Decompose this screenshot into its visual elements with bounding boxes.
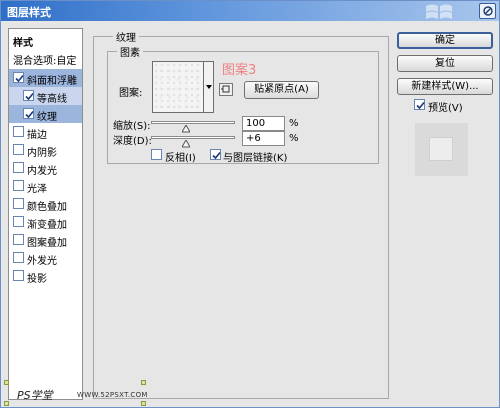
site-url: WWW.52PSXT.COM: [77, 391, 148, 399]
style-list-header[interactable]: 样式: [9, 31, 82, 49]
scale-label: 缩放(S):: [113, 121, 151, 132]
snap-to-origin-button[interactable]: 贴紧原点(A): [244, 81, 319, 99]
pattern-name-overlay: 图案3: [222, 63, 257, 78]
corner-marker: [4, 380, 9, 385]
texture-checkbox[interactable]: [23, 108, 34, 119]
color-overlay-item[interactable]: 颜色叠加: [9, 195, 82, 213]
dialog-title: 图层样式: [7, 6, 51, 19]
inner-shadow-checkbox[interactable]: [13, 144, 24, 155]
triangle-down-icon: [206, 85, 212, 89]
check-icon: [416, 101, 425, 110]
title-bar[interactable]: 图层样式: [1, 1, 499, 21]
check-icon: [25, 110, 34, 119]
preview-label: 预览(V): [428, 103, 463, 114]
layer-style-dialog: 图层样式 样式 混合选项:自定 斜面和浮雕 等高线 纹理 描边 内阴影 内发光 …: [0, 0, 500, 408]
satin-checkbox[interactable]: [13, 180, 24, 191]
outer-glow-item[interactable]: 外发光: [9, 249, 82, 267]
drop-shadow-checkbox[interactable]: [13, 270, 24, 281]
outer-glow-checkbox[interactable]: [13, 252, 24, 263]
style-preview-swatch: [415, 123, 468, 176]
satin-item[interactable]: 光泽: [9, 177, 82, 195]
check-icon: [212, 151, 221, 160]
depth-slider-track[interactable]: [151, 136, 235, 139]
contour-item[interactable]: 等高线: [9, 87, 82, 105]
gradient-overlay-checkbox[interactable]: [13, 216, 24, 227]
scale-slider-thumb[interactable]: [182, 125, 191, 133]
pattern-picker[interactable]: [152, 61, 204, 113]
texture-group-title: 纹理: [113, 29, 139, 44]
pattern-label: 图案:: [119, 88, 143, 99]
corner-marker: [141, 380, 146, 385]
contour-checkbox[interactable]: [23, 90, 34, 101]
texture-item[interactable]: 纹理: [9, 105, 82, 123]
bevel-emboss-checkbox[interactable]: [13, 72, 24, 83]
color-overlay-checkbox[interactable]: [13, 198, 24, 209]
check-icon: [25, 92, 34, 101]
invert-checkbox[interactable]: [151, 149, 162, 160]
blending-options-item[interactable]: 混合选项:自定: [9, 49, 82, 67]
scale-slider-track[interactable]: [151, 121, 235, 124]
inner-glow-checkbox[interactable]: [13, 162, 24, 173]
scale-input[interactable]: 100: [242, 116, 285, 131]
reset-button[interactable]: 复位: [397, 55, 493, 72]
preview-swatch-inner: [429, 137, 453, 161]
check-icon: [15, 74, 24, 83]
close-button[interactable]: [479, 3, 496, 19]
pattern-dropdown-button[interactable]: [204, 61, 214, 113]
windows-logo-icon: [426, 4, 452, 19]
pattern-overlay-checkbox[interactable]: [13, 234, 24, 245]
pattern-overlay-item[interactable]: 图案叠加: [9, 231, 82, 249]
inner-shadow-item[interactable]: 内阴影: [9, 141, 82, 159]
stroke-checkbox[interactable]: [13, 126, 24, 137]
ok-button[interactable]: 确定: [397, 32, 493, 49]
stroke-item[interactable]: 描边: [9, 123, 82, 141]
preview-checkbox[interactable]: [414, 99, 425, 110]
depth-label: 深度(D):: [113, 136, 152, 147]
new-style-button[interactable]: 新建样式(W)...: [397, 78, 493, 95]
new-preset-button[interactable]: [219, 83, 233, 96]
link-with-layer-checkbox[interactable]: [210, 149, 221, 160]
corner-marker: [4, 401, 9, 406]
elements-group-title: 图素: [117, 44, 143, 59]
style-list: 样式 混合选项:自定 斜面和浮雕 等高线 纹理 描边 内阴影 内发光 光泽 颜色…: [8, 28, 83, 400]
drop-shadow-item[interactable]: 投影: [9, 267, 82, 285]
close-icon: [483, 6, 493, 16]
bevel-emboss-item[interactable]: 斜面和浮雕: [9, 69, 82, 87]
link-with-layer-label: 与图层链接(K): [223, 153, 288, 164]
gradient-overlay-item[interactable]: 渐变叠加: [9, 213, 82, 231]
inner-glow-item[interactable]: 内发光: [9, 159, 82, 177]
depth-input[interactable]: +6: [242, 131, 285, 146]
scale-unit: %: [289, 118, 299, 129]
invert-label: 反相(I): [165, 153, 196, 164]
depth-slider-thumb[interactable]: [182, 140, 191, 148]
page-icon: [221, 85, 230, 93]
depth-unit: %: [289, 133, 299, 144]
site-logo: PS学堂: [17, 389, 53, 402]
corner-marker: [141, 401, 146, 406]
